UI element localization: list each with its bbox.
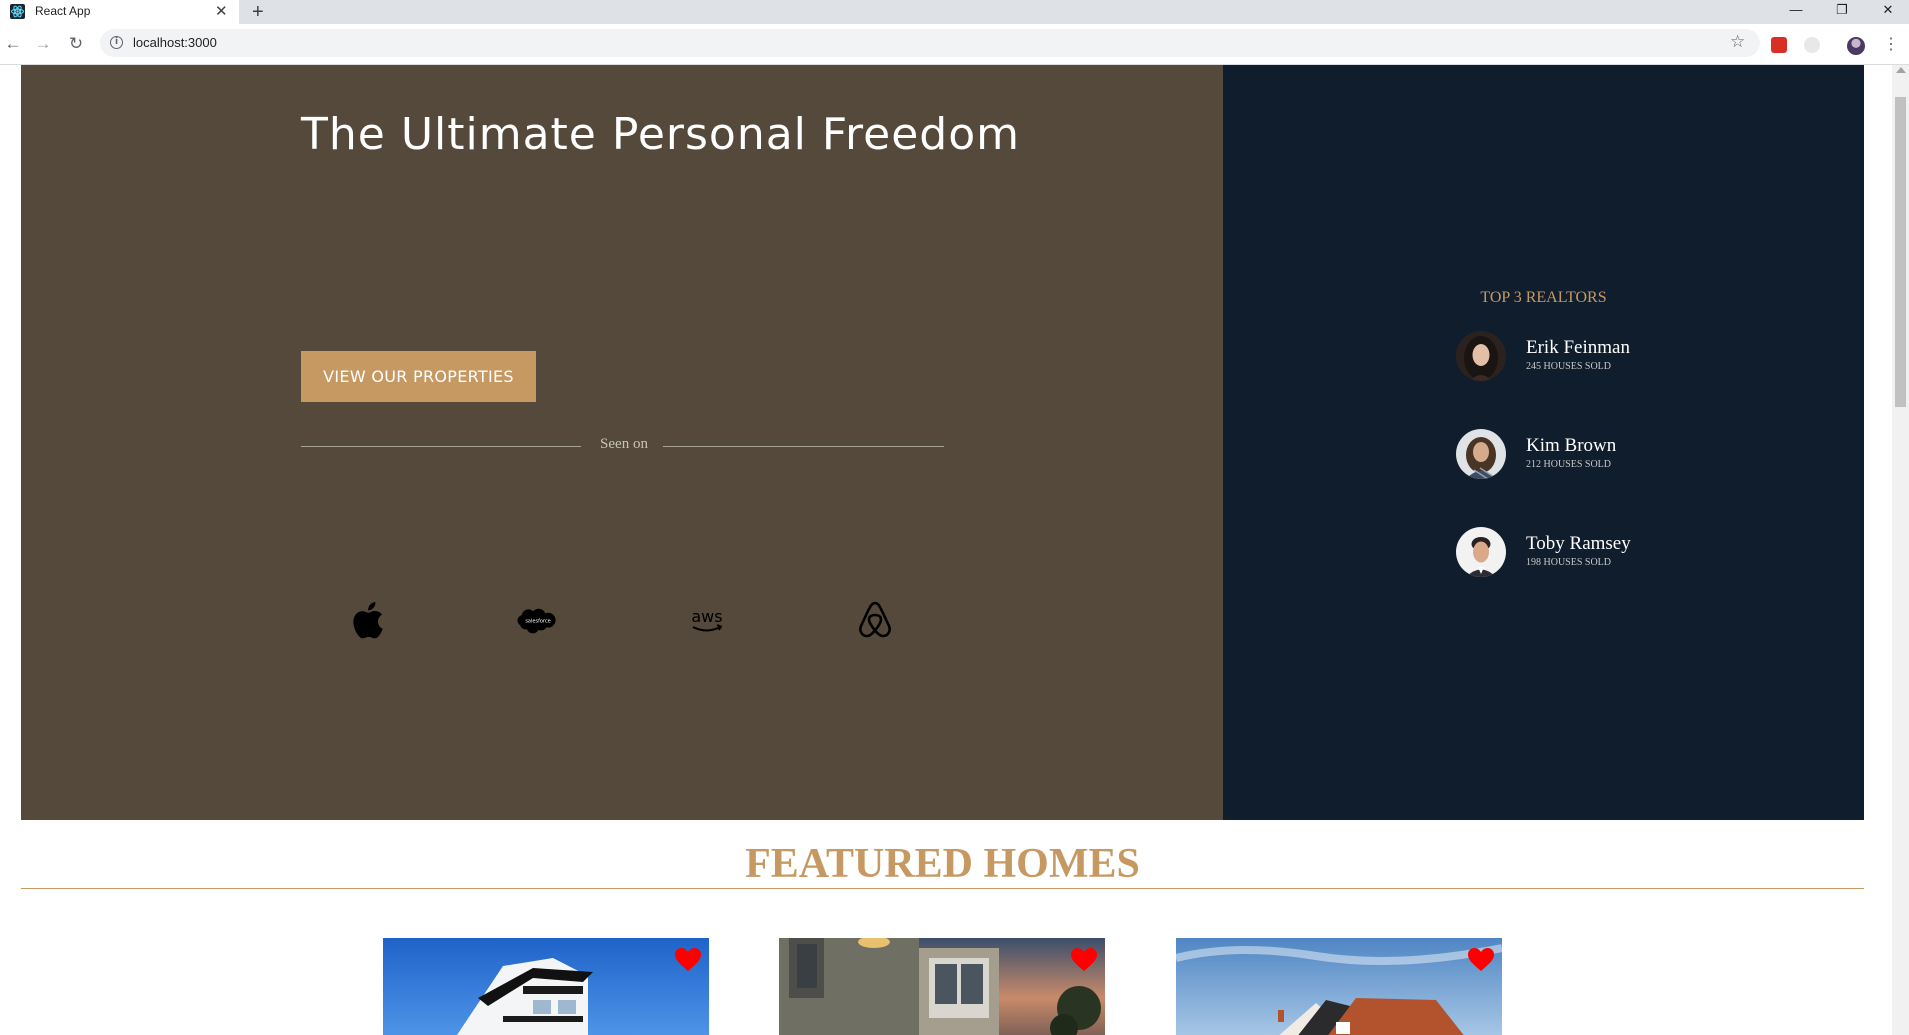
featured-homes-title: Featured Homes — [745, 841, 1140, 887]
profile-avatar[interactable] — [1847, 37, 1865, 55]
tab-title: React App — [35, 4, 91, 18]
featured-homes-heading: Featured Homes — [21, 840, 1864, 888]
home-photo — [1176, 938, 1502, 1035]
realtor-card[interactable]: Toby Ramsey 198 Houses Sold — [1456, 527, 1716, 579]
url-text[interactable]: localhost:3000 — [133, 35, 217, 50]
svg-text:salesforce: salesforce — [525, 619, 550, 625]
aws-logo-icon: aws — [691, 607, 723, 632]
window-close-icon[interactable]: ✕ — [1873, 0, 1903, 24]
hero-title: The Ultimate Personal Freedom — [301, 109, 1020, 161]
divider — [301, 446, 581, 447]
realtor-houses-sold: 198 Houses Sold — [1526, 557, 1612, 568]
home-card[interactable] — [779, 938, 1105, 1035]
star-icon[interactable]: ☆ — [1730, 32, 1745, 52]
minimize-icon[interactable]: — — [1781, 0, 1811, 24]
new-tab-button[interactable]: + — [252, 0, 264, 24]
address-bar[interactable]: i localhost:3000 ☆ — [100, 29, 1760, 57]
salesforce-logo-icon: salesforce — [517, 608, 556, 634]
realtor-avatar — [1456, 429, 1506, 479]
heart-icon[interactable] — [1468, 948, 1494, 972]
heart-icon[interactable] — [1071, 948, 1097, 972]
realtor-card[interactable]: Kim Brown 212 Houses Sold — [1456, 429, 1716, 481]
browser-toolbar: ← → ↻ i localhost:3000 ☆ ⋮ — [0, 24, 1909, 65]
restore-icon[interactable]: ❐ — [1827, 0, 1857, 24]
divider — [21, 888, 1864, 889]
home-card[interactable] — [1176, 938, 1502, 1035]
realtors-heading: Top 3 Realtors — [1480, 289, 1607, 306]
heart-icon[interactable] — [675, 948, 701, 972]
reload-icon[interactable]: ↻ — [65, 33, 87, 55]
home-card[interactable] — [383, 938, 709, 1035]
extension-icon[interactable] — [1771, 37, 1787, 53]
extension-icon[interactable] — [1804, 37, 1820, 53]
divider — [663, 446, 944, 447]
page-scrollbar[interactable] — [1892, 65, 1909, 1035]
info-icon[interactable]: i — [110, 36, 123, 49]
realtor-name: Toby Ramsey — [1526, 533, 1631, 554]
seen-on-label: Seen on — [600, 436, 648, 452]
forward-icon[interactable]: → — [32, 33, 54, 55]
scroll-up-icon[interactable] — [1896, 67, 1906, 73]
realtor-name: Kim Brown — [1526, 435, 1617, 456]
realtor-card[interactable]: Erik Feinman 245 Houses Sold — [1456, 331, 1716, 383]
home-photo — [779, 938, 1105, 1035]
browser-tab[interactable]: React App ✕ — [0, 0, 239, 24]
realtor-name: Erik Feinman — [1526, 337, 1630, 358]
react-favicon-icon — [10, 4, 25, 19]
tab-close-icon[interactable]: ✕ — [215, 2, 228, 20]
realtor-avatar — [1456, 331, 1506, 381]
realtor-houses-sold: 212 Houses Sold — [1526, 459, 1612, 470]
browser-tab-strip: React App ✕ + — ❐ ✕ — [0, 0, 1909, 24]
menu-icon[interactable]: ⋮ — [1883, 34, 1899, 54]
view-properties-button[interactable]: View our properties — [301, 351, 536, 402]
back-icon[interactable]: ← — [2, 33, 24, 55]
page-viewport: The Ultimate Personal Freedom View our p… — [0, 65, 1909, 1035]
realtors-sidebar: Top 3 Realtors Erik Feinman 245 Houses S… — [1223, 65, 1864, 820]
hero-section: The Ultimate Personal Freedom View our p… — [21, 65, 1223, 820]
realtor-houses-sold: 245 Houses Sold — [1526, 361, 1612, 372]
scroll-thumb[interactable] — [1895, 97, 1906, 407]
home-photo — [383, 938, 709, 1035]
realtor-avatar — [1456, 527, 1506, 577]
svg-text:aws: aws — [691, 607, 722, 626]
airbnb-logo-icon — [859, 601, 891, 638]
apple-logo-icon — [353, 602, 383, 639]
